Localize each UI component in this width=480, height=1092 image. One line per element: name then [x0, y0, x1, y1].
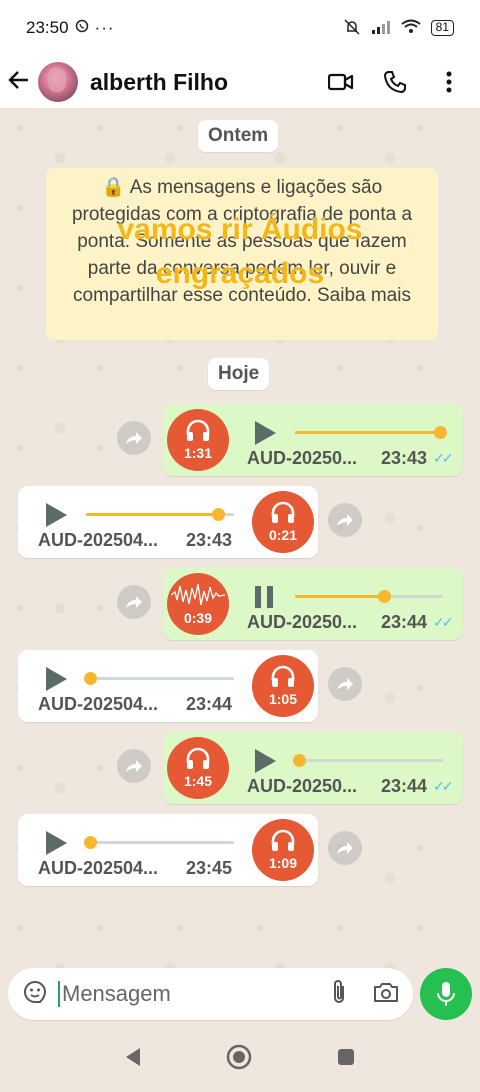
read-ticks-icon: ✓✓ — [433, 778, 454, 794]
read-ticks-icon: ✓✓ — [433, 614, 454, 630]
voice-call-icon[interactable] — [382, 69, 408, 95]
audio-progress-knob[interactable] — [212, 508, 225, 521]
audio-avatar: 1:31 — [167, 409, 229, 471]
more-notifications-icon: ··· — [94, 18, 115, 37]
nav-recents-icon[interactable] — [336, 1047, 356, 1072]
audio-filename: AUD-202504... — [38, 858, 159, 878]
more-options-icon[interactable] — [436, 69, 462, 95]
audio-progress-track[interactable] — [295, 590, 443, 603]
headphones-icon — [186, 419, 210, 441]
headphones-icon — [271, 665, 295, 687]
audio-avatar-waveform: 0:39 — [167, 573, 229, 635]
play-button-icon[interactable] — [253, 420, 277, 446]
audio-message-incoming[interactable]: AUD-202504... 23:43 0:21 — [18, 486, 318, 558]
audio-progress-knob[interactable] — [84, 672, 97, 685]
forward-icon[interactable] — [328, 503, 362, 537]
headphones-icon — [186, 747, 210, 769]
forward-icon[interactable] — [117, 421, 151, 455]
message-time: 23:44 — [381, 776, 428, 796]
play-button-icon[interactable] — [44, 830, 68, 856]
audio-avatar: 1:05 — [252, 655, 314, 717]
headphones-icon — [271, 501, 295, 523]
audio-message-incoming[interactable]: AUD-202504... 23:45 1:09 — [18, 814, 318, 886]
audio-duration: 0:21 — [268, 527, 298, 543]
audio-message-outgoing[interactable]: 1:31 AUD-20250... 23:43 ✓✓ — [163, 404, 463, 476]
audio-filename: AUD-20250... — [247, 448, 358, 468]
camera-icon[interactable] — [373, 981, 399, 1008]
audio-progress-knob[interactable] — [434, 426, 447, 439]
message-time: 23:45 — [186, 858, 233, 878]
audio-avatar: 1:09 — [252, 819, 314, 881]
play-button-icon[interactable] — [253, 748, 277, 774]
audio-progress-track[interactable] — [84, 672, 234, 685]
message-composer — [8, 968, 413, 1020]
status-time: 23:50 — [26, 18, 69, 37]
forward-icon[interactable] — [328, 831, 362, 865]
system-navigation-bar — [0, 1026, 480, 1092]
play-button-icon[interactable] — [44, 502, 68, 528]
chat-header: alberth Filho — [0, 56, 480, 108]
play-button-icon[interactable] — [44, 666, 68, 692]
back-arrow-icon[interactable] — [8, 67, 34, 98]
battery-indicator: 81 — [430, 20, 454, 36]
audio-duration: 1:05 — [268, 691, 298, 707]
audio-duration: 1:45 — [183, 773, 213, 789]
date-chip-yesterday: Ontem — [198, 120, 279, 152]
chat-area[interactable]: Ontem 🔒 As mensagens e ligações são prot… — [0, 108, 480, 970]
mute-bell-icon — [343, 18, 361, 39]
waveform-icon — [171, 583, 225, 606]
forward-icon[interactable] — [117, 749, 151, 783]
audio-message-outgoing-playing[interactable]: 0:39 AUD-20250... 23:44 ✓✓ — [163, 568, 463, 640]
sticker-icon[interactable] — [22, 979, 48, 1010]
video-call-icon[interactable] — [328, 69, 354, 95]
whatsapp-notification-icon — [75, 19, 89, 37]
audio-duration: 1:31 — [183, 445, 213, 461]
forward-icon[interactable] — [328, 667, 362, 701]
status-bar: 23:50 ··· 81 — [0, 0, 480, 56]
message-time: 23:43 — [186, 530, 233, 550]
encryption-notice[interactable]: 🔒 As mensagens e ligações são protegidas… — [46, 168, 438, 340]
audio-message-incoming[interactable]: AUD-202504... 23:44 1:05 — [18, 650, 318, 722]
audio-progress-knob[interactable] — [84, 836, 97, 849]
pause-button-icon[interactable] — [253, 584, 277, 610]
audio-message-outgoing[interactable]: 1:45 AUD-20250... 23:44 ✓✓ — [163, 732, 463, 804]
audio-filename: AUD-202504... — [38, 530, 159, 550]
audio-progress-track[interactable] — [295, 426, 447, 439]
audio-duration: 0:39 — [183, 610, 213, 626]
audio-progress-knob[interactable] — [293, 754, 306, 767]
microphone-icon — [437, 982, 455, 1006]
voice-record-button[interactable] — [420, 968, 472, 1020]
signal-icon — [371, 19, 391, 38]
audio-filename: AUD-20250... — [247, 776, 358, 796]
wifi-icon — [401, 19, 421, 38]
audio-filename: AUD-20250... — [247, 612, 358, 632]
message-time: 23:44 — [186, 694, 233, 714]
audio-duration: 1:09 — [268, 855, 298, 871]
audio-progress-knob[interactable] — [378, 590, 391, 603]
nav-back-icon[interactable] — [124, 1047, 142, 1072]
audio-progress-track[interactable] — [293, 754, 443, 767]
audio-avatar: 0:21 — [252, 491, 314, 553]
headphones-icon — [271, 829, 295, 851]
attachment-icon[interactable] — [331, 979, 347, 1010]
message-input[interactable] — [58, 981, 298, 1007]
read-ticks-icon: ✓✓ — [433, 450, 454, 466]
message-time: 23:44 — [381, 612, 428, 632]
audio-avatar: 1:45 — [167, 737, 229, 799]
forward-icon[interactable] — [117, 585, 151, 619]
date-chip-today: Hoje — [208, 358, 270, 390]
nav-home-icon[interactable] — [226, 1044, 252, 1075]
audio-progress-track[interactable] — [84, 836, 234, 849]
audio-progress-track[interactable] — [86, 508, 234, 521]
audio-filename: AUD-202504... — [38, 694, 159, 714]
contact-avatar[interactable] — [38, 62, 78, 102]
contact-name[interactable]: alberth Filho — [90, 69, 228, 96]
message-time: 23:43 — [381, 448, 428, 468]
